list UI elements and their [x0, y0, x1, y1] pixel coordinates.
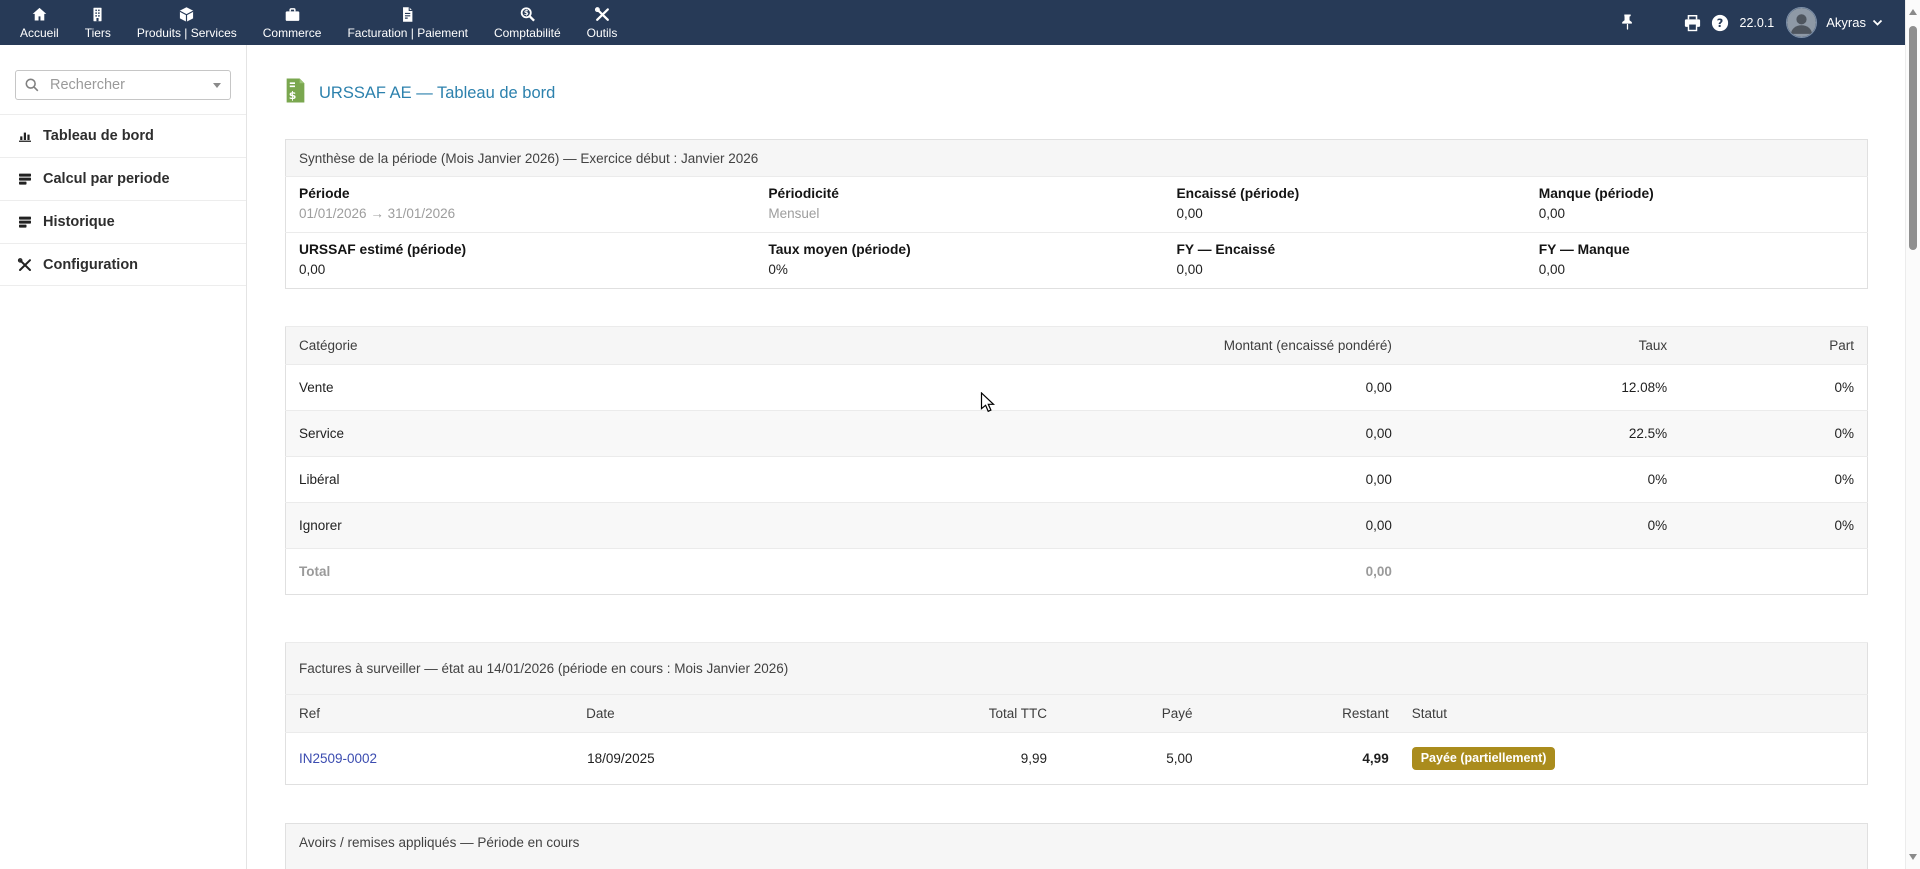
field-fy-encaisse: FY — Encaissé 0,00 — [1163, 232, 1526, 289]
nav-item-label: Outils — [586, 25, 618, 40]
column-header-date: Date — [285, 860, 526, 869]
sidebar-item-label: Tableau de bord — [43, 128, 154, 144]
total-row: Total 0,00 — [285, 548, 1868, 595]
main-menu: Accueil Tiers Produits | Services Commer… — [0, 0, 630, 45]
scroll-down-arrow[interactable] — [1909, 854, 1917, 860]
column-header-part: Part — [1668, 326, 1868, 365]
vertical-scrollbar[interactable] — [1905, 0, 1920, 869]
section-header: Avoirs / remises appliqués — Période en … — [285, 823, 1868, 861]
invoice-ref-link[interactable]: IN2509-0002 — [299, 751, 377, 766]
column-header-facture: Facture — [525, 860, 835, 869]
column-header-categorie: Catégorie — [285, 326, 1077, 365]
left-sidebar: Tableau de bord Calcul par periode Histo… — [0, 45, 247, 869]
column-header-ref: Ref — [285, 694, 587, 733]
search-dollar-icon: $ — [519, 6, 536, 23]
nav-item-commerce[interactable]: Commerce — [250, 0, 335, 45]
field-encaisse-periode: Encaissé (période) 0,00 — [1163, 176, 1526, 233]
page-title: URSSAF AE — Tableau de bord — [319, 83, 556, 102]
building-icon — [89, 6, 106, 23]
svg-text:$: $ — [524, 9, 529, 17]
nav-item-tiers[interactable]: Tiers — [72, 0, 124, 45]
nav-item-label: Commerce — [262, 25, 322, 40]
sidebar-item-label: Calcul par periode — [43, 171, 170, 187]
help-icon[interactable]: ? — [1711, 14, 1729, 32]
search-dropdown-caret[interactable] — [213, 83, 221, 88]
sidebar-item-label: Configuration — [43, 256, 139, 273]
field-manque-periode: Manque (période) 0,00 — [1525, 176, 1868, 233]
printer-icon[interactable] — [1683, 14, 1702, 32]
nav-item-accueil[interactable]: Accueil — [7, 0, 72, 45]
column-header-paye: Payé — [1048, 694, 1194, 733]
nav-item-label: Comptabilité — [493, 25, 561, 40]
page-header: $ URSSAF AE — Tableau de bord — [285, 78, 1868, 108]
invoice-icon — [399, 6, 416, 23]
field-fy-manque: FY — Manque 0,00 — [1525, 232, 1868, 289]
pushpin-icon[interactable] — [1619, 13, 1636, 33]
tools-icon — [594, 6, 611, 23]
nav-item-label: Tiers — [84, 25, 111, 40]
navbar-right-tools: ? 22.0.1 Akyras — [1619, 0, 1884, 45]
sidebar-item-calcul-par-periode[interactable]: Calcul par periode — [0, 157, 246, 200]
sidebar-menu: Tableau de bord Calcul par periode Histo… — [0, 114, 246, 286]
table-rows-icon — [17, 171, 33, 187]
field-urssaf-estime: URSSAF estimé (période) 0,00 — [285, 232, 756, 289]
table-row: Vente 0,00 12.08% 0% — [285, 364, 1868, 411]
column-header-source-avoir: Source (avoir) — [834, 860, 1330, 869]
table-row: Service 0,00 22.5% 0% — [285, 410, 1868, 457]
search-icon — [24, 77, 40, 98]
column-header-date: Date — [586, 694, 824, 733]
scrollbar-thumb[interactable] — [1909, 26, 1917, 250]
column-header-montant: Montant (encaissé pondéré) — [1076, 326, 1393, 365]
search-input[interactable] — [15, 70, 231, 100]
column-header-total-ttc: Total TTC — [823, 694, 1049, 733]
table-row: IN2509-0002 18/09/2025 9,99 5,00 4,99 Pa… — [285, 732, 1868, 785]
version-number: 22.0.1 — [1739, 15, 1775, 30]
sidebar-search — [15, 70, 231, 100]
top-navbar: Accueil Tiers Produits | Services Commer… — [0, 0, 1905, 45]
sidebar-item-historique[interactable]: Historique — [0, 200, 246, 243]
nav-item-label: Accueil — [20, 25, 59, 40]
field-periode: Période 01/01/2026 → 31/01/2026 — [285, 176, 756, 233]
svg-text:?: ? — [1716, 16, 1723, 29]
sidebar-item-configuration[interactable]: Configuration — [0, 243, 246, 286]
nav-item-label: Produits | Services — [136, 25, 237, 40]
sidebar-item-label: Historique — [43, 214, 115, 230]
table-rows-icon — [17, 214, 33, 230]
column-header-taux: Taux — [1392, 326, 1669, 365]
avoirs-table: Avoirs / remises appliqués — Période en … — [285, 823, 1868, 869]
nav-item-facturation-paiement[interactable]: Facturation | Paiement — [334, 0, 481, 45]
nav-item-label: Facturation | Paiement — [347, 25, 468, 40]
sidebar-item-tableau-de-bord[interactable]: Tableau de bord — [0, 114, 246, 157]
factures-table: Factures à surveiller — état au 14/01/20… — [285, 642, 1868, 785]
nav-item-produits-services[interactable]: Produits | Services — [124, 0, 250, 45]
table-row: Ignorer 0,00 0% 0% — [285, 502, 1868, 549]
chevron-down-icon[interactable] — [1872, 19, 1883, 27]
cube-icon — [178, 6, 195, 23]
table-row: Libéral 0,00 0% 0% — [285, 456, 1868, 503]
invoice-dollar-green-icon: $ — [285, 78, 306, 108]
column-header-restant: Restant — [1193, 694, 1390, 733]
section-header: Factures à surveiller — état au 14/01/20… — [285, 642, 1868, 695]
column-header-montant: Montant — [1709, 860, 1868, 869]
nav-item-comptabilite[interactable]: $ Comptabilité — [481, 0, 574, 45]
tools-icon — [17, 257, 33, 273]
nav-item-outils[interactable]: Outils — [574, 0, 631, 45]
user-avatar[interactable] — [1786, 7, 1818, 38]
chart-bar-icon — [17, 128, 33, 144]
categories-table: Catégorie Montant (encaissé pondéré) Tau… — [285, 326, 1868, 595]
column-header-statut: Statut — [1389, 694, 1868, 733]
field-periodicite: Périodicité Mensuel — [755, 176, 1164, 233]
main-content: $ URSSAF AE — Tableau de bord Synthèse d… — [248, 45, 1905, 869]
svg-text:$: $ — [289, 89, 297, 102]
user-name[interactable]: Akyras — [1826, 15, 1866, 30]
home-icon — [31, 6, 48, 23]
status-badge: Payée (partiellement) — [1411, 747, 1556, 770]
column-header-tiers: Tiers — [1329, 860, 1710, 869]
section-header: Synthèse de la période (Mois Janvier 202… — [285, 139, 1868, 177]
synthese-table: Synthèse de la période (Mois Janvier 202… — [285, 139, 1868, 289]
briefcase-icon — [284, 6, 301, 23]
scroll-up-arrow[interactable] — [1909, 9, 1917, 15]
field-taux-moyen: Taux moyen (période) 0% — [755, 232, 1164, 289]
